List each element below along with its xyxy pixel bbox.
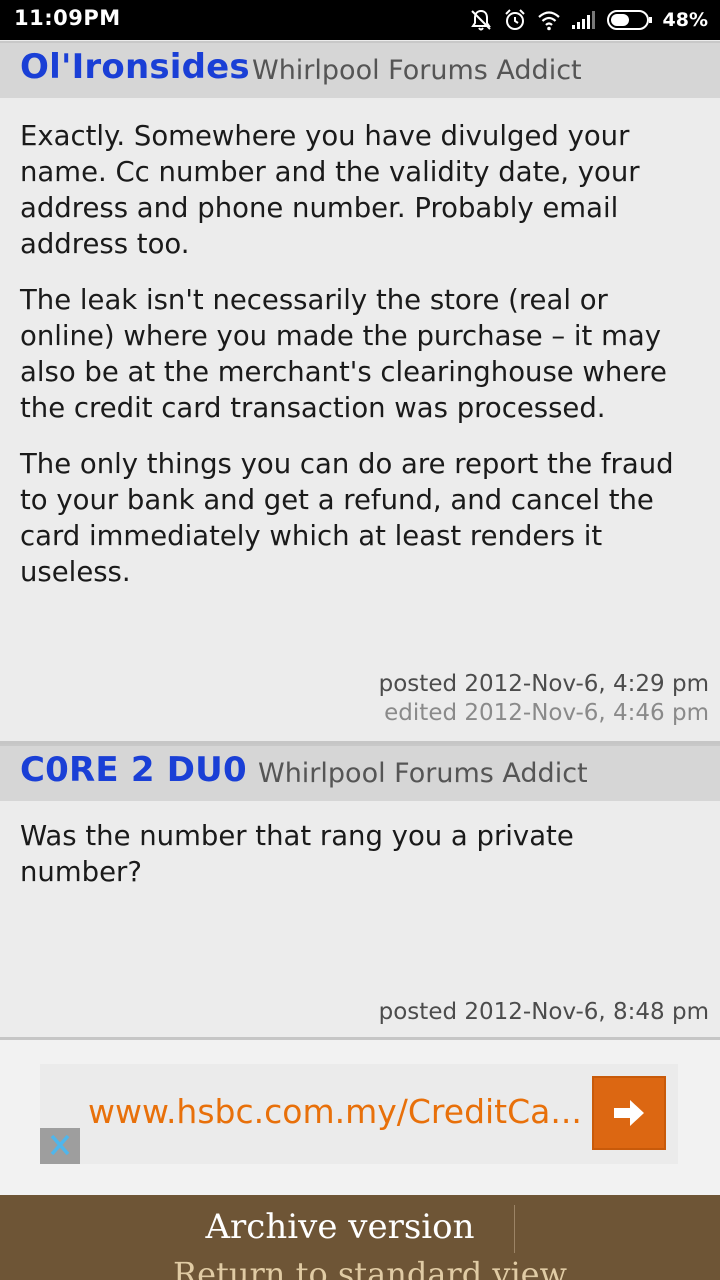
post-header: Ol'Ironsides Whirlpool Forums Addict <box>0 41 720 98</box>
post-header: C0RE 2 DU0 Whirlpool Forums Addict <box>0 744 720 801</box>
edit-timestamp: edited 2012-Nov-6, 4:46 pm <box>384 700 709 726</box>
ad-banner[interactable]: www.hsbc.com.my/CreditCa... <box>40 1064 678 1164</box>
ad-arrow-button[interactable] <box>592 1076 666 1150</box>
battery-icon <box>606 9 653 31</box>
post-author[interactable]: Ol'Ironsides <box>20 47 250 87</box>
signal-icon <box>571 10 597 30</box>
post-timestamp[interactable]: posted 2012-Nov-6, 8:48 pm <box>379 998 709 1027</box>
post-paragraph: Was the number that rang you a private n… <box>20 820 574 888</box>
post-meta: posted 2012-Nov-6, 8:48 pm <box>379 998 709 1027</box>
footer-separator <box>514 1205 515 1253</box>
ad-area: www.hsbc.com.my/CreditCa... <box>0 1040 720 1195</box>
post-timestamp[interactable]: posted 2012-Nov-6, 4:29 pm <box>379 670 709 699</box>
alarm-icon <box>503 8 527 32</box>
notifications-off-icon <box>469 8 493 32</box>
post-body: Exactly. Somewhere you have divulged you… <box>20 118 700 610</box>
archive-version-label: Archive version <box>205 1207 475 1247</box>
post-rank: Whirlpool Forums Addict <box>252 55 582 86</box>
arrow-right-icon <box>594 1100 664 1152</box>
ad-close-button[interactable] <box>40 1128 80 1164</box>
status-icons: 48% <box>469 6 708 34</box>
footer: Archive version Return to standard view <box>0 1195 720 1280</box>
post-rank: Whirlpool Forums Addict <box>258 758 588 789</box>
return-to-standard-view-link[interactable]: Return to standard view <box>0 1255 720 1280</box>
post-meta: posted 2012-Nov-6, 4:29 pm edited 2012-N… <box>379 670 709 728</box>
wifi-icon <box>537 9 561 31</box>
post-paragraph: The only things you can do are report th… <box>20 448 674 588</box>
post-paragraph: Exactly. Somewhere you have divulged you… <box>20 120 640 260</box>
post-paragraph: The leak isn't necessarily the store (re… <box>20 284 667 424</box>
battery-percent: 48% <box>662 9 708 31</box>
close-icon <box>40 1134 80 1168</box>
status-time: 11:09PM <box>14 6 121 30</box>
post-author[interactable]: C0RE 2 DU0 <box>20 750 247 790</box>
status-bar: 11:09PM 48% <box>0 0 720 40</box>
post-body: Was the number that rang you a private n… <box>20 818 700 910</box>
ad-url[interactable]: www.hsbc.com.my/CreditCa... <box>88 1092 582 1131</box>
